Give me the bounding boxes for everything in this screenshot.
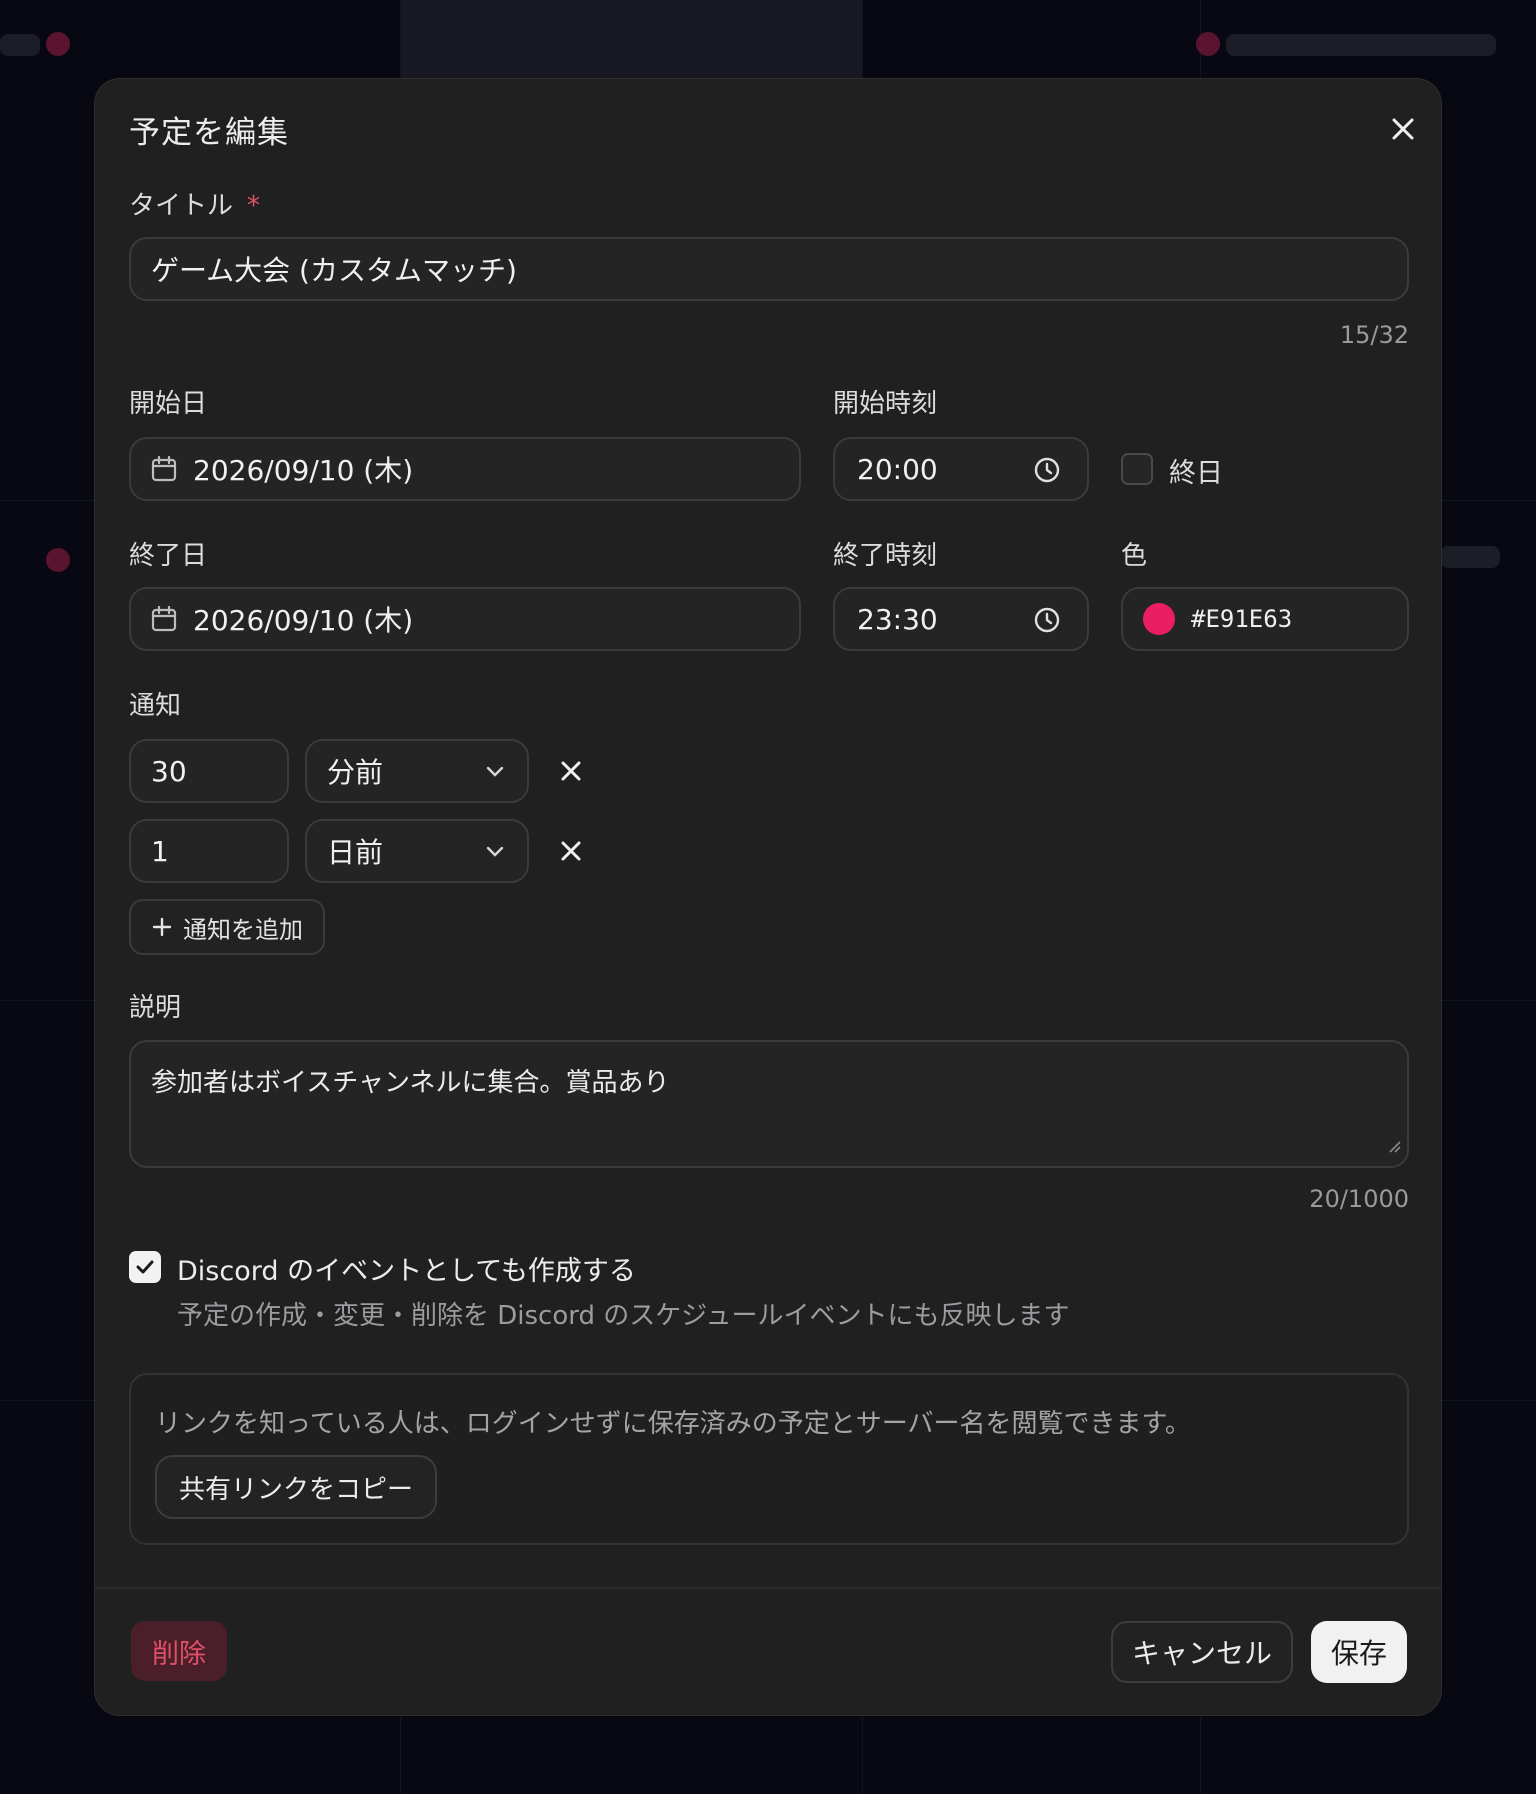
discord-event-help: 予定の作成・変更・削除を Discord のスケジュールイベントにも反映します [177,1301,1070,1331]
clock-icon [1033,456,1061,484]
chevron-down-icon [483,839,507,867]
title-counter: 15/32 [1339,321,1409,349]
calendar-icon [149,604,179,634]
description-label: 説明 [129,993,182,1023]
discord-event-label: Discord のイベントとしても作成する [177,1256,636,1287]
color-swatch [1143,603,1175,635]
required-mark: * [247,191,261,221]
color-picker[interactable]: #E91E63 [1121,587,1409,651]
title-input[interactable]: ゲーム大会 (カスタムマッチ) [129,237,1409,301]
notification-unit-value: 分前 [327,756,384,789]
share-description: リンクを知っている人は、ログインせずに保存済みの予定とサーバー名を閲覧できます。 [155,1409,1191,1439]
all-day-checkbox[interactable] [1121,453,1153,485]
notification-amount-input[interactable]: 30 [129,739,289,803]
discord-event-checkbox[interactable] [129,1251,161,1283]
color-label: 色 [1121,541,1148,571]
background-dot [1196,32,1220,56]
description-textarea[interactable]: 参加者はボイスチャンネルに集合。賞品あり [129,1040,1409,1168]
notification-unit-value: 日前 [327,836,384,869]
end-date-value: 2026/09/10 (木) [193,604,414,637]
share-section: リンクを知っている人は、ログインせずに保存済みの予定とサーバー名を閲覧できます。… [129,1373,1409,1545]
background-blob [1440,546,1500,568]
title-label-text: タイトル [129,191,234,221]
end-time-input[interactable]: 23:30 [833,587,1089,651]
description-counter: 20/1000 [1309,1185,1409,1213]
end-date-input[interactable]: 2026/09/10 (木) [129,587,801,651]
notification-amount-input[interactable]: 1 [129,819,289,883]
background-dot [46,548,70,572]
copy-share-link-button[interactable]: 共有リンクをコピー [155,1455,438,1519]
start-date-value: 2026/09/10 (木) [193,454,414,487]
calendar-icon [149,454,179,484]
close-button[interactable] [1383,109,1423,149]
background-header [400,0,862,80]
remove-notification-button[interactable] [553,833,589,869]
description-value: 参加者はボイスチャンネルに集合。賞品あり [151,1068,670,1098]
start-time-input[interactable]: 20:00 [833,437,1089,501]
notification-unit-select[interactable]: 分前 [305,739,529,803]
background-blob [1226,34,1496,56]
start-time-value: 20:00 [857,452,938,486]
start-time-label: 開始時刻 [833,389,938,419]
dialog-title: 予定を編集 [129,115,289,151]
remove-notification-button[interactable] [553,753,589,789]
color-hex-value: #E91E63 [1191,605,1293,633]
save-button[interactable]: 保存 [1311,1621,1407,1683]
start-date-input[interactable]: 2026/09/10 (木) [129,437,801,501]
notification-amount-value: 30 [151,754,187,788]
close-icon [561,761,581,781]
title-input-value: ゲーム大会 (カスタムマッチ) [151,254,517,287]
all-day-label: 終日 [1169,458,1223,489]
end-time-label: 終了時刻 [833,541,938,571]
resize-handle-icon[interactable] [1387,1130,1401,1160]
plus-icon [151,916,173,938]
notification-unit-select[interactable]: 日前 [305,819,529,883]
add-notification-label: 通知を追加 [183,915,303,944]
check-icon [136,1260,154,1274]
add-notification-button[interactable]: 通知を追加 [129,899,325,955]
clock-icon [1033,606,1061,634]
close-icon [561,841,581,861]
notifications-label: 通知 [129,691,182,721]
edit-event-dialog: 予定を編集 タイトル * ゲーム大会 (カスタムマッチ) 15/32 開始日 開始… [94,78,1442,1716]
footer-divider [95,1587,1441,1589]
end-date-label: 終了日 [129,541,208,571]
title-label: タイトル * [129,185,260,222]
start-date-label: 開始日 [129,389,208,419]
background-blob [0,34,40,56]
delete-button[interactable]: 削除 [131,1621,227,1681]
chevron-down-icon [483,759,507,787]
end-time-value: 23:30 [857,602,938,636]
close-icon [1392,118,1414,140]
notification-amount-value: 1 [151,834,169,868]
cancel-button[interactable]: キャンセル [1111,1621,1293,1683]
background-dot [46,32,70,56]
